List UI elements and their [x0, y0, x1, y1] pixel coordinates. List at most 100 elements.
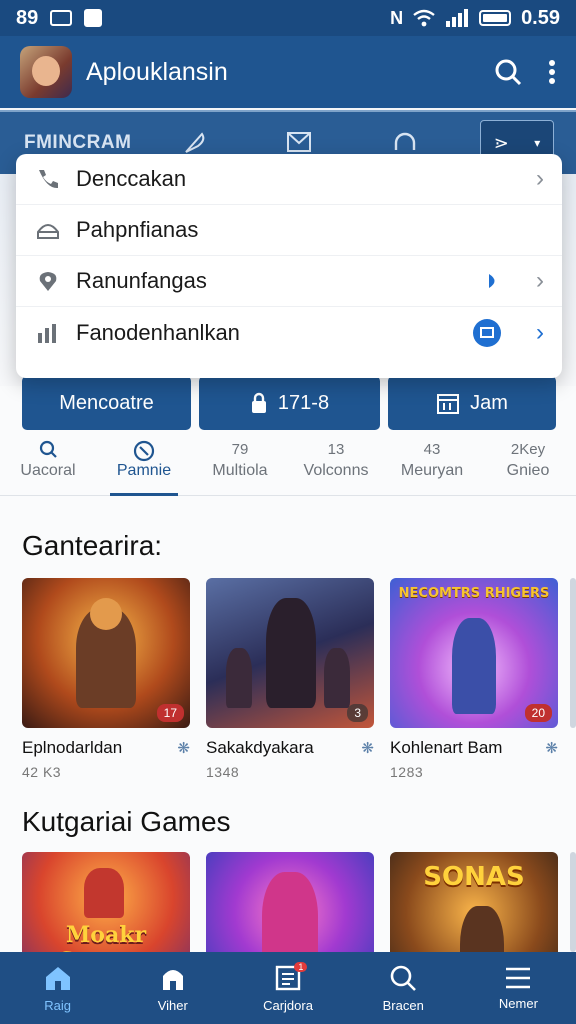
- nav-label: Bracen: [382, 997, 424, 1013]
- tab-strip-label[interactable]: FMINCRAM: [24, 132, 131, 154]
- game-meta: 1348: [206, 764, 240, 780]
- tab-meuryan[interactable]: 43 Meuryan: [384, 436, 480, 495]
- game-thumbnail[interactable]: 17: [22, 578, 190, 728]
- rating-badge: 3: [347, 704, 368, 722]
- play-indicator-icon: [489, 274, 495, 288]
- tab-count: 2Key: [510, 441, 546, 458]
- v-shield-icon: [84, 9, 103, 27]
- home-icon: [37, 224, 59, 239]
- nav-label: Viher: [157, 997, 188, 1013]
- bottom-navigation: Raig Viher 1 Carjdora Bracen Nemer: [0, 952, 576, 1024]
- menu-item-fanodenhanlkan[interactable]: Fanodenhanlkan ›: [16, 307, 562, 358]
- next-card-peek: [570, 852, 576, 952]
- chevron-right-icon: ›: [536, 165, 544, 192]
- nav-carjdora[interactable]: 1 Carjdora: [230, 952, 345, 1024]
- tab-count: 13: [327, 441, 345, 458]
- avatar[interactable]: [20, 46, 72, 98]
- gear-icon[interactable]: ❋: [177, 739, 190, 757]
- tab-label: Uacoral: [20, 462, 76, 479]
- tab-label: Meuryan: [400, 462, 464, 479]
- search-icon: [39, 440, 57, 458]
- game-thumbnail[interactable]: Moakr Snnuna: [22, 852, 190, 952]
- nav-viher[interactable]: Viher: [115, 952, 230, 1024]
- menu-icon: [506, 967, 531, 988]
- more-vert-icon[interactable]: [548, 59, 556, 85]
- menu-item-label: Fanodenhanlkan: [76, 319, 240, 345]
- message-bubble-icon[interactable]: [472, 318, 502, 348]
- nav-label: Raig: [44, 997, 71, 1013]
- game-thumbnail[interactable]: NECOMTRS RHIGERS 20: [390, 578, 558, 728]
- menu-item-label: Pahpnfianas: [76, 217, 199, 242]
- lock-icon: [251, 392, 266, 413]
- rating-badge: 20: [524, 704, 552, 722]
- nav-bracen[interactable]: Bracen: [346, 952, 461, 1024]
- tab-label: Volconns: [303, 462, 369, 479]
- status-bar: 89 N 0.59: [0, 0, 576, 36]
- tab-gnieo[interactable]: 2Key Gnieo: [480, 436, 576, 495]
- tab-pamnie[interactable]: Pamnie: [96, 436, 192, 496]
- game-thumbnail[interactable]: SONAS: [390, 852, 558, 952]
- headset-icon[interactable]: [392, 130, 418, 156]
- rating-badge: 17: [156, 704, 184, 722]
- tab-label: Multiola: [212, 462, 268, 479]
- chevron-right-icon: ›: [536, 318, 544, 346]
- nav-label: Nemer: [498, 995, 538, 1011]
- dropdown-menu: Denccakan › Pahpnfianas Ranunfangas › Fa…: [16, 154, 562, 378]
- app-bar: Aplouklansin: [0, 36, 576, 108]
- menu-item-pahpnfianas[interactable]: Pahpnfianas: [16, 205, 562, 256]
- pill-label: Jam: [470, 391, 508, 414]
- tab-multiola[interactable]: 79 Multiola: [192, 436, 288, 495]
- menu-item-label: Ranunfangas: [76, 268, 207, 293]
- game-name: Sakakdyakara: [206, 738, 314, 757]
- game-row: 17 Eplnodarldan ❋ 42 K3 3 Sakakdyakara ❋ 1…: [22, 578, 558, 780]
- game-card[interactable]: 17 Eplnodarldan ❋ 42 K3: [22, 578, 190, 780]
- category-tabs: Uacoral Pamnie 79 Multiola 13 Volconns 4…: [0, 436, 576, 496]
- chevron-right-icon: ›: [536, 267, 544, 294]
- game-logo-text: Moakr Snnuna: [59, 922, 153, 952]
- tab-volconns[interactable]: 13 Volconns: [288, 436, 384, 495]
- gear-icon[interactable]: ❋: [361, 739, 374, 757]
- game-card[interactable]: SONAS: [390, 852, 558, 952]
- game-thumbnail[interactable]: [206, 852, 374, 952]
- search-icon[interactable]: [494, 58, 522, 86]
- nav-nemer[interactable]: Nemer: [461, 952, 576, 1024]
- chart-icon: [38, 323, 56, 343]
- game-name: Eplnodarldan: [22, 738, 123, 757]
- game-meta: 42 K3: [22, 764, 62, 780]
- menu-item-denccakan[interactable]: Denccakan ›: [16, 154, 562, 205]
- game-card[interactable]: 3 Sakakdyakara ❋ 1348: [206, 578, 374, 780]
- pill-mencoatre[interactable]: Mencoatre: [22, 376, 191, 430]
- quick-actions: Mencoatre 171-8 Jam: [22, 376, 556, 430]
- gear-icon[interactable]: ❋: [545, 739, 558, 757]
- status-time: 89: [16, 6, 39, 29]
- game-card[interactable]: [206, 852, 374, 952]
- tab-count: 43: [423, 441, 441, 458]
- section-title: Gantearira:: [22, 530, 163, 561]
- next-card-peek: [570, 578, 576, 728]
- phone-icon: [39, 170, 58, 189]
- pill-171[interactable]: 171-8: [199, 376, 380, 430]
- tab-label: Gnieo: [506, 462, 550, 479]
- home-icon: [45, 966, 70, 990]
- pill-jam[interactable]: Jam: [388, 376, 556, 430]
- nav-home[interactable]: Raig: [0, 952, 115, 1024]
- game-card[interactable]: NECOMTRS RHIGERS 20 Kohlenart Bam ❋ 1283: [390, 578, 558, 780]
- game-logo-text: NECOMTRS RHIGERS: [398, 586, 550, 601]
- game-name: Kohlenart Bam: [390, 738, 503, 757]
- pill-label: 171-8: [277, 391, 330, 414]
- menu-item-ranunfangas[interactable]: Ranunfangas ›: [16, 256, 562, 307]
- signal-icon: [446, 9, 469, 27]
- tab-uacoral[interactable]: Uacoral: [0, 436, 96, 495]
- status-clock: 0.59: [521, 6, 560, 29]
- game-thumbnail[interactable]: 3: [206, 578, 374, 728]
- section-title: Kutgariai Games: [22, 806, 231, 837]
- calendar-icon: [437, 394, 460, 414]
- feather-icon[interactable]: [182, 130, 208, 156]
- wifi-icon: [413, 9, 435, 27]
- app-title: Aplouklansin: [86, 57, 228, 86]
- game-row: Moakr Snnuna SONAS: [22, 852, 558, 952]
- pill-label: Mencoatre: [59, 391, 154, 414]
- mail-icon[interactable]: [286, 130, 312, 154]
- game-card[interactable]: Moakr Snnuna: [22, 852, 190, 952]
- tab-label: Pamnie: [116, 462, 172, 479]
